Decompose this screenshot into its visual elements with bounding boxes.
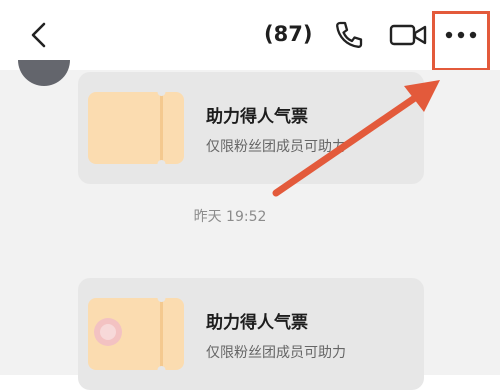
phone-icon[interactable]: [333, 19, 365, 51]
message-card[interactable]: 助力得人气票 仅限粉丝团成员可助力: [78, 278, 424, 390]
video-camera-icon[interactable]: [388, 20, 428, 50]
card-title: 助力得人气票: [206, 107, 308, 127]
card-title: 助力得人气票: [206, 313, 308, 333]
avatar[interactable]: [18, 60, 70, 86]
ticket-icon: [88, 90, 184, 166]
member-count: (87): [264, 22, 313, 46]
card-subtitle: 仅限粉丝团成员可助力: [206, 345, 346, 361]
ticket-icon: [88, 296, 184, 372]
chat-area: 助力得人气票 仅限粉丝团成员可助力 昨天 19:52 助力得人气票 仅限粉丝团成…: [0, 60, 500, 390]
chat-header: (87): [0, 0, 500, 71]
back-chevron-icon[interactable]: [24, 20, 54, 50]
more-dots-icon[interactable]: [444, 26, 478, 44]
card-subtitle: 仅限粉丝团成员可助力: [206, 139, 346, 155]
timestamp: 昨天 19:52: [193, 209, 267, 225]
message-card[interactable]: 助力得人气票 仅限粉丝团成员可助力: [78, 72, 424, 184]
